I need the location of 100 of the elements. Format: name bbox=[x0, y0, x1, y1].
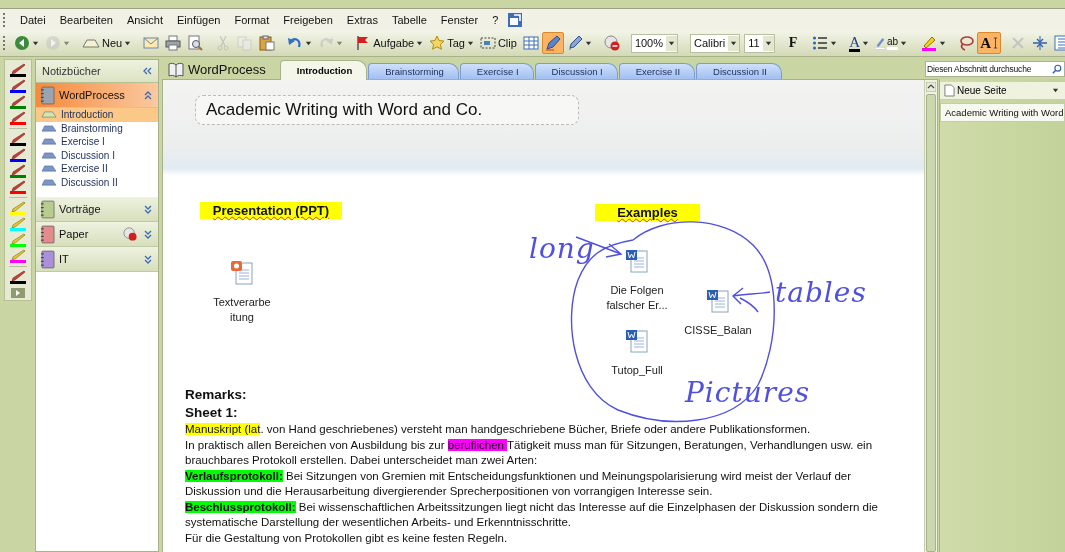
scroll-thumb[interactable] bbox=[926, 94, 936, 552]
caret-icon bbox=[666, 35, 677, 51]
collapse-icon[interactable] bbox=[144, 90, 152, 100]
restore-icon[interactable] bbox=[507, 11, 524, 28]
section-item[interactable]: Introduction bbox=[36, 108, 158, 122]
presentation-file-icon[interactable] bbox=[230, 260, 254, 286]
new-page-button[interactable]: Neu bbox=[79, 32, 135, 54]
section-item[interactable]: Exercise I bbox=[36, 135, 158, 149]
highlighter-icon bbox=[10, 217, 26, 229]
forward-icon bbox=[45, 35, 61, 51]
envelope-icon bbox=[143, 35, 160, 51]
scissors-icon bbox=[215, 35, 232, 51]
notebook-icon bbox=[40, 224, 55, 244]
page-icon bbox=[944, 84, 955, 97]
document-file-icon[interactable] bbox=[706, 288, 730, 314]
menu-item[interactable]: Extras bbox=[339, 13, 385, 26]
menu-item[interactable]: Tabelle bbox=[385, 13, 434, 26]
font-dropdown[interactable]: Calibri bbox=[690, 33, 741, 53]
page-tab-icon bbox=[82, 38, 100, 48]
notebook-icon bbox=[40, 199, 55, 219]
pen-button[interactable] bbox=[7, 269, 29, 285]
scrollbar[interactable] bbox=[924, 80, 937, 552]
paragraph: Beschlussprotokoll: Bei wissenschaftlichen Arbeitssitzungen liegt nicht das Interesse auf die Einzelphasen der Diskussion sondern die systematische Darstellung der wesentlichen Arbeits- und Erkenntnisschritte. bbox=[185, 499, 879, 530]
highlight-button[interactable]: ab bbox=[872, 32, 911, 54]
page-item[interactable]: Academic Writing with Word bbox=[940, 103, 1065, 122]
highlighter-icon bbox=[921, 35, 938, 51]
expand-icon[interactable] bbox=[144, 229, 152, 239]
pen-icon bbox=[10, 79, 26, 91]
notebook-icon bbox=[168, 61, 184, 78]
delete-icon bbox=[1010, 35, 1026, 51]
pen-icon bbox=[566, 35, 583, 51]
menu-item[interactable]: Ansicht bbox=[119, 13, 170, 26]
menu-item[interactable]: Datei bbox=[13, 13, 53, 26]
paragraph: Für die Gestaltung von Protokollen gibt es keine festen Regeln. bbox=[185, 530, 509, 546]
page-title[interactable]: Academic Writing with Word and Co. bbox=[195, 95, 579, 125]
expand-icon[interactable] bbox=[144, 204, 152, 214]
document-file-icon[interactable] bbox=[625, 248, 649, 274]
section-item[interactable]: Discussion I bbox=[36, 148, 158, 162]
text-cursor-icon bbox=[993, 37, 998, 49]
ink-arrow bbox=[732, 287, 771, 313]
notebook-header[interactable]: IT bbox=[36, 247, 158, 272]
highlighter-pen-icon bbox=[875, 36, 886, 50]
copy-icon bbox=[237, 35, 254, 51]
task-button[interactable]: Aufgabe bbox=[352, 32, 427, 54]
section-tab-icon bbox=[41, 111, 57, 119]
pen-button[interactable] bbox=[7, 131, 29, 147]
menu-item[interactable]: Bearbeiten bbox=[52, 13, 120, 26]
caret-icon bbox=[762, 35, 774, 51]
file-name: Textverarbe itung bbox=[213, 295, 271, 325]
section-tab-icon bbox=[41, 124, 57, 132]
pen-button[interactable] bbox=[7, 147, 29, 163]
new-page-button[interactable]: Neue Seite bbox=[940, 82, 1065, 100]
print-preview-icon bbox=[187, 35, 204, 51]
scroll-up-icon[interactable] bbox=[926, 82, 936, 92]
grip-handle[interactable] bbox=[3, 12, 7, 27]
menu-item[interactable]: Fenster bbox=[433, 13, 486, 26]
handwritten-word: tables bbox=[775, 276, 867, 310]
menu-item[interactable]: ? bbox=[485, 13, 506, 26]
bold-button[interactable]: F bbox=[782, 32, 804, 54]
pen-mode-button[interactable] bbox=[541, 32, 564, 54]
section-item[interactable]: Exercise II bbox=[36, 162, 158, 176]
type-mode-button[interactable]: A bbox=[977, 32, 1001, 54]
font-color-button[interactable]: A bbox=[846, 32, 873, 54]
menu-item[interactable]: Einfügen bbox=[170, 13, 228, 26]
collapse-icon[interactable] bbox=[142, 67, 152, 75]
tag-button[interactable]: Tag bbox=[426, 32, 477, 54]
font-size-dropdown[interactable]: 11 bbox=[744, 33, 775, 53]
document-file-icon[interactable] bbox=[625, 328, 649, 354]
expand-icon[interactable] bbox=[11, 288, 25, 298]
pen-icon bbox=[10, 148, 26, 160]
notebook-header[interactable]: WordProcess bbox=[36, 83, 158, 108]
highlighter-icon bbox=[10, 201, 26, 213]
grip-handle[interactable] bbox=[3, 36, 5, 50]
menu-item[interactable]: Freigeben bbox=[276, 13, 340, 26]
notebook-header[interactable]: Vorträge bbox=[36, 197, 158, 222]
section-tab-icon bbox=[41, 165, 57, 173]
pen-button[interactable] bbox=[7, 62, 29, 78]
expand-icon[interactable] bbox=[144, 254, 152, 264]
pen-icon bbox=[10, 164, 26, 176]
pen-icon bbox=[10, 63, 26, 75]
notebook-header[interactable]: Paper bbox=[36, 222, 158, 247]
section-tab[interactable]: Introduction bbox=[279, 60, 368, 80]
notebook-icon bbox=[40, 249, 55, 269]
paragraph: Verlaufsprotokoll: Bei Sitzungen von Gremien mit Entscheidungsfunktionen und Meinungspolarisierung wird meist der Verlauf der Diskussion und die Herausarbeitung divergierender Sprecherpositionen von vorrangigen Interesse sein. bbox=[185, 468, 853, 499]
screen-clip-button[interactable]: Clip bbox=[476, 32, 520, 54]
caret-icon[interactable] bbox=[1052, 87, 1059, 94]
file-name: Die Folgen falscher Er... bbox=[606, 283, 668, 313]
highlighter-icon bbox=[10, 249, 26, 261]
handwritten-word: long bbox=[529, 232, 595, 266]
section-item[interactable]: Discussion II bbox=[36, 175, 158, 189]
clipboard-icon bbox=[259, 35, 276, 51]
back-icon bbox=[14, 35, 30, 51]
remarks-heading: Remarks: bbox=[185, 386, 247, 404]
pen-button[interactable] bbox=[7, 78, 29, 94]
zoom-dropdown[interactable]: 100% bbox=[630, 33, 678, 53]
menu-item[interactable]: Format bbox=[227, 13, 277, 26]
bullet-list-icon bbox=[812, 35, 829, 51]
highlighter-icon bbox=[10, 233, 26, 245]
section-item[interactable]: Brainstorming bbox=[36, 121, 158, 135]
sync-error-icon bbox=[603, 35, 620, 51]
